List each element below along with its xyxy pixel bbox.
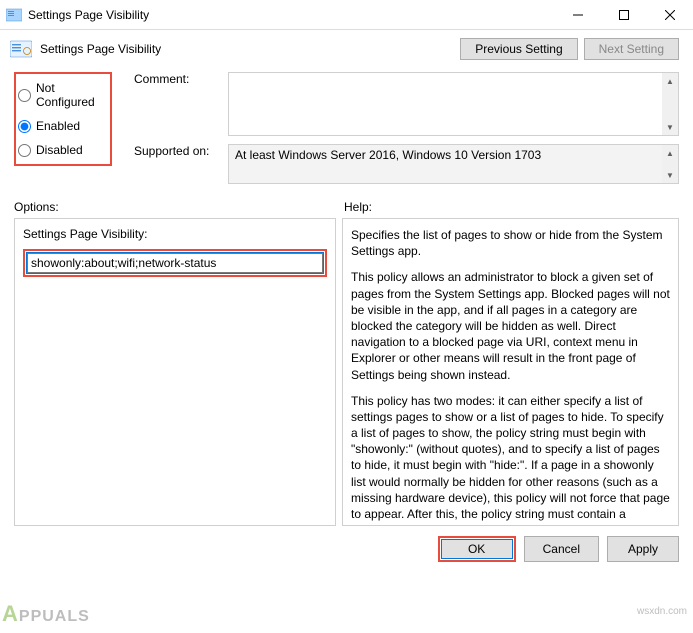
comment-scrollbar[interactable]: ▲ ▼ <box>662 73 678 135</box>
radio-not-configured-input[interactable] <box>18 89 31 102</box>
close-button[interactable] <box>647 0 693 29</box>
page-title: Settings Page Visibility <box>40 42 452 56</box>
scroll-up-icon[interactable]: ▲ <box>662 73 678 89</box>
radio-label: Disabled <box>36 143 83 157</box>
watermark-brand: APPUALS <box>2 601 90 627</box>
maximize-button[interactable] <box>601 0 647 29</box>
titlebar: Settings Page Visibility <box>0 0 693 30</box>
help-text: This policy allows an administrator to b… <box>351 269 670 382</box>
app-icon <box>6 7 22 23</box>
ok-button-highlight: OK <box>438 536 516 562</box>
comment-field[interactable]: ▲ ▼ <box>228 72 679 136</box>
option-input-highlight <box>23 249 327 277</box>
options-heading: Options: <box>14 200 344 214</box>
cancel-button[interactable]: Cancel <box>524 536 599 562</box>
help-pane[interactable]: Specifies the list of pages to show or h… <box>342 218 679 526</box>
radio-disabled[interactable]: Disabled <box>16 138 106 162</box>
radio-enabled[interactable]: Enabled <box>16 114 106 138</box>
options-pane: Settings Page Visibility: <box>14 218 336 526</box>
radio-not-configured[interactable]: Not Configured <box>16 76 106 114</box>
previous-setting-button[interactable]: Previous Setting <box>460 38 577 60</box>
ok-button[interactable]: OK <box>441 539 513 559</box>
help-heading: Help: <box>344 200 679 214</box>
minimize-button[interactable] <box>555 0 601 29</box>
comment-label: Comment: <box>134 72 228 136</box>
supported-label: Supported on: <box>134 144 228 184</box>
scroll-down-icon[interactable]: ▼ <box>662 167 678 183</box>
supported-field: At least Windows Server 2016, Windows 10… <box>228 144 679 184</box>
apply-button[interactable]: Apply <box>607 536 679 562</box>
option-label: Settings Page Visibility: <box>23 227 327 241</box>
policy-icon <box>10 40 32 58</box>
header-row: Settings Page Visibility Previous Settin… <box>0 30 693 68</box>
help-text: This policy has two modes: it can either… <box>351 393 670 526</box>
settings-page-visibility-input[interactable] <box>27 253 323 273</box>
radio-label: Not Configured <box>36 81 104 109</box>
supported-scrollbar[interactable]: ▲ ▼ <box>662 145 678 183</box>
scroll-down-icon[interactable]: ▼ <box>662 119 678 135</box>
next-setting-button: Next Setting <box>584 38 679 60</box>
state-radio-group: Not Configured Enabled Disabled <box>14 72 112 166</box>
watermark-site: wsxdn.com <box>637 606 687 617</box>
scroll-up-icon[interactable]: ▲ <box>662 145 678 161</box>
window-controls <box>555 0 693 29</box>
window-title: Settings Page Visibility <box>28 8 555 22</box>
nav-buttons: Previous Setting Next Setting <box>460 38 679 60</box>
footer-buttons: OK Cancel Apply <box>0 526 693 562</box>
radio-enabled-input[interactable] <box>18 120 31 133</box>
radio-disabled-input[interactable] <box>18 144 31 157</box>
help-text: Specifies the list of pages to show or h… <box>351 227 670 259</box>
radio-label: Enabled <box>36 119 80 133</box>
